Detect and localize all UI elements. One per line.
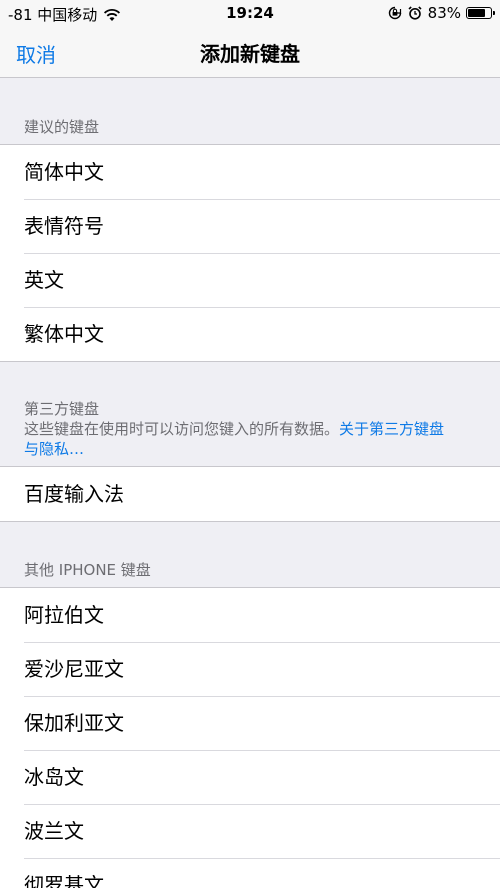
keyboard-label: 冰岛文 (24, 765, 84, 789)
battery-icon (466, 7, 495, 19)
keyboard-row-emoji[interactable]: 表情符号 (0, 199, 500, 253)
keyboard-row-icelandic[interactable]: 冰岛文 (0, 750, 500, 804)
keyboard-label: 彻罗基文 (24, 873, 104, 888)
keyboard-row-bulgarian[interactable]: 保加利亚文 (0, 696, 500, 750)
third-party-description-line1: 这些键盘在使用时可以访问您键入的所有数据。关于第三方键盘 (24, 419, 484, 439)
orientation-lock-icon (388, 6, 401, 20)
keyboard-row-simplified-chinese[interactable]: 简体中文 (0, 145, 500, 199)
battery-cap (493, 11, 495, 15)
keyboard-label: 英文 (24, 268, 64, 292)
keyboard-label: 波兰文 (24, 819, 84, 843)
page-title: 添加新键盘 (200, 42, 300, 66)
third-party-description-line2: 与隐私… (24, 439, 484, 459)
keyboard-row-arabic[interactable]: 阿拉伯文 (0, 588, 500, 642)
battery-fill (468, 9, 485, 17)
keyboard-label: 保加利亚文 (24, 711, 124, 735)
keyboard-row-english[interactable]: 英文 (0, 253, 500, 307)
suggested-keyboards-list: 简体中文 表情符号 英文 繁体中文 (0, 144, 500, 362)
keyboard-row-baidu[interactable]: 百度输入法 (0, 467, 500, 521)
third-party-privacy-link[interactable]: 关于第三方键盘 (339, 420, 444, 438)
third-party-title: 第三方键盘 (24, 400, 100, 418)
other-keyboards-list: 阿拉伯文 爱沙尼亚文 保加利亚文 冰岛文 波兰文 彻罗基文 (0, 587, 500, 888)
keyboard-label: 爱沙尼亚文 (24, 657, 124, 681)
section-header-suggested: 建议的键盘 (24, 118, 100, 136)
keyboard-label: 繁体中文 (24, 322, 104, 346)
keyboard-label: 简体中文 (24, 160, 104, 184)
keyboard-row-polish[interactable]: 波兰文 (0, 804, 500, 858)
keyboard-row-estonian[interactable]: 爱沙尼亚文 (0, 642, 500, 696)
nav-bar: 取消 添加新键盘 (0, 26, 500, 78)
battery-percent: 83% (427, 4, 461, 22)
section-header-third-party: 第三方键盘 这些键盘在使用时可以访问您键入的所有数据。关于第三方键盘 与隐私… (24, 399, 484, 459)
keyboard-label: 表情符号 (24, 214, 104, 238)
status-bar: -81 中国移动 19:24 83% (0, 0, 500, 26)
third-party-description: 这些键盘在使用时可以访问您键入的所有数据。 (24, 420, 340, 438)
keyboard-label: 阿拉伯文 (24, 603, 104, 627)
add-keyboard-screen: -81 中国移动 19:24 83% 取消 添加新键盘 建议的键盘 简体中文 表… (0, 0, 500, 888)
alarm-icon (408, 6, 422, 20)
third-party-privacy-link-cont[interactable]: 与隐私… (24, 440, 84, 458)
third-party-keyboards-list: 百度输入法 (0, 466, 500, 522)
keyboard-label: 百度输入法 (24, 482, 124, 506)
status-right: 83% (388, 4, 495, 22)
keyboard-row-cherokee[interactable]: 彻罗基文 (0, 858, 500, 888)
section-header-other: 其他 IPHONE 键盘 (24, 561, 151, 579)
keyboard-row-traditional-chinese[interactable]: 繁体中文 (0, 307, 500, 361)
